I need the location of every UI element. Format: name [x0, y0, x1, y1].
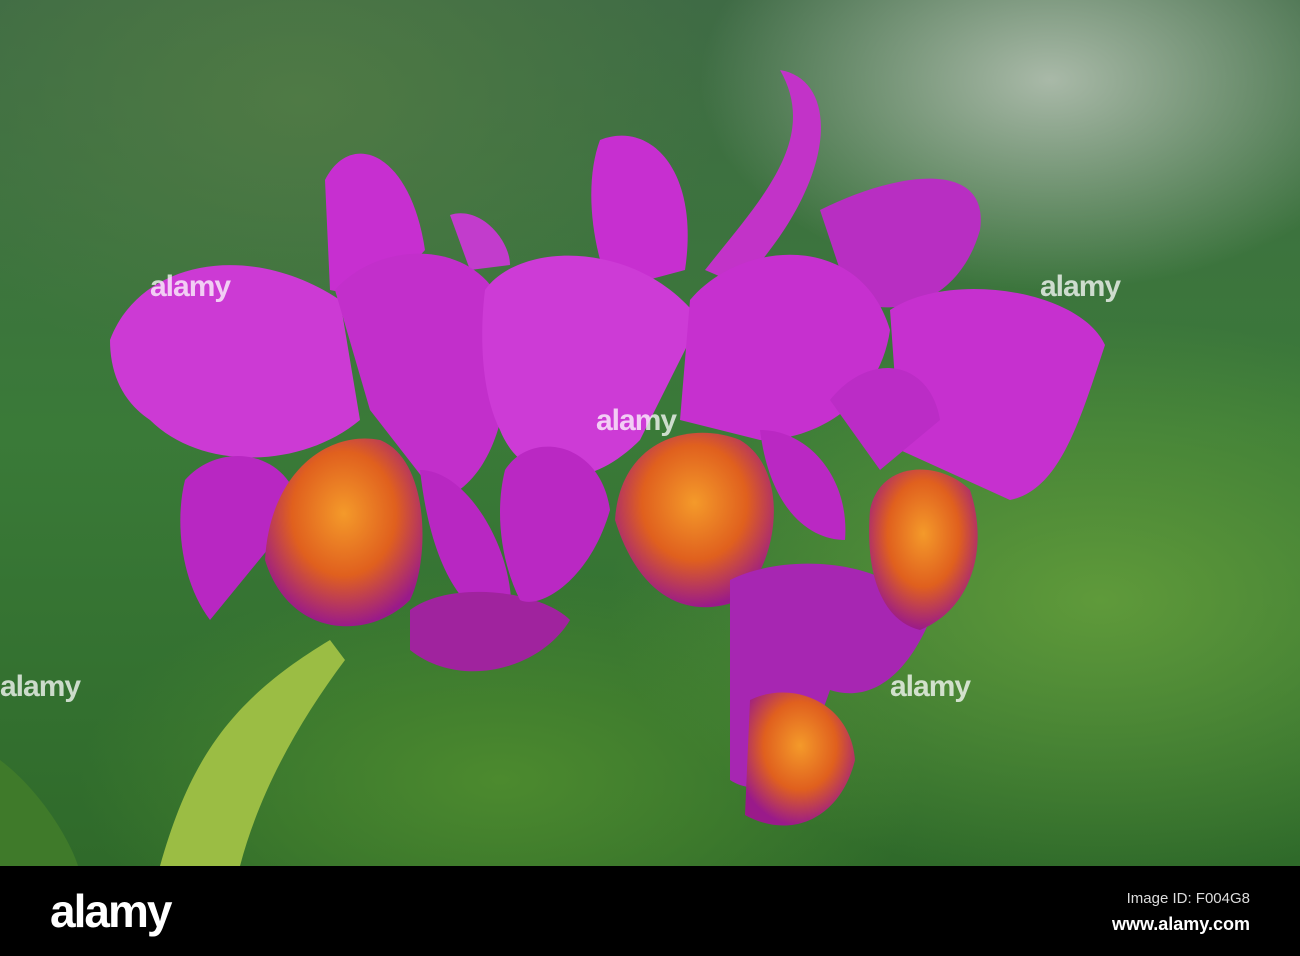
website-link: www.alamy.com: [1111, 914, 1250, 934]
watermark: alamy: [890, 670, 971, 703]
watermark: alamy: [150, 270, 231, 303]
watermark: alamy: [0, 670, 81, 703]
orchid-photo: alamy alamy alamy alamy alamy: [0, 0, 1300, 866]
flower-bud: [160, 640, 345, 866]
footer-bar: alamy Image ID: F004G8 www.alamy.com: [0, 866, 1300, 956]
image-id: Image ID: F004G8: [1126, 890, 1250, 907]
orchid-flower-left: [110, 153, 512, 627]
leaf: [0, 760, 78, 866]
watermark: alamy: [1040, 270, 1121, 303]
watermark: alamy: [596, 404, 677, 437]
alamy-logo: alamy: [50, 885, 172, 937]
